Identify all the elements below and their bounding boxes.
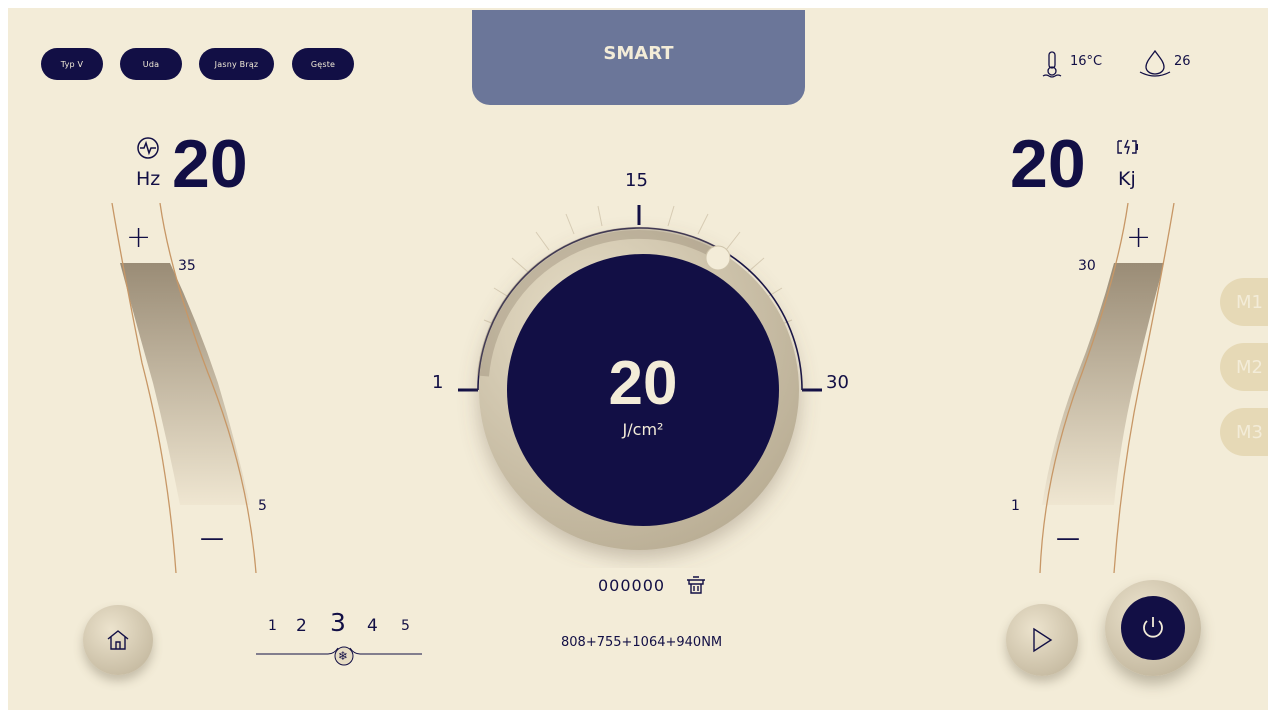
water-value: 26 [1174, 54, 1191, 69]
frequency-min-label: 5 [258, 498, 267, 514]
dial-max-label: 30 [826, 372, 849, 393]
trash-icon[interactable] [684, 574, 708, 600]
frequency-increase-button[interactable]: + [126, 220, 151, 255]
energy-unit: Kj [1118, 168, 1136, 190]
wavelength-label: 808+755+1064+940NM [561, 635, 723, 650]
frequency-slider-fill [120, 263, 250, 505]
memory-m2-tab[interactable]: M2 [1220, 343, 1268, 391]
frequency-value: 20 [172, 126, 248, 202]
tag-skin-type[interactable]: Typ V [41, 48, 103, 80]
play-icon [1033, 627, 1053, 653]
frequency-unit: Hz [136, 168, 161, 190]
home-button[interactable] [83, 605, 153, 675]
cooling-level-4[interactable]: 4 [367, 616, 378, 636]
play-button[interactable] [1006, 604, 1078, 676]
snowflake-icon: ❄ [338, 649, 349, 663]
energy-increase-button[interactable]: + [1126, 220, 1151, 255]
cooling-level-1[interactable]: 1 [268, 618, 277, 634]
tag-hair-density[interactable]: Gęste [292, 48, 354, 80]
cooling-level-2[interactable]: 2 [296, 616, 307, 636]
fluence-unit: J/cm² [622, 420, 664, 439]
power-button[interactable] [1105, 580, 1201, 676]
control-screen: Typ V Uda Jasny Brąz Gęste SMART 16°C 26… [8, 8, 1268, 710]
tag-body-area[interactable]: Uda [120, 48, 182, 80]
tag-hair-color[interactable]: Jasny Brąz [199, 48, 274, 80]
water-drop-icon [1138, 48, 1172, 82]
energy-value: 20 [1010, 126, 1086, 202]
waveform-icon [136, 136, 160, 164]
mode-panel[interactable]: SMART [472, 10, 805, 105]
mode-label: SMART [603, 43, 674, 64]
frequency-max-label: 35 [178, 258, 196, 274]
energy-slider[interactable] [1018, 203, 1188, 573]
dial-min-label: 1 [432, 372, 444, 393]
dial-knob[interactable] [705, 245, 731, 271]
home-icon [107, 630, 129, 650]
frequency-decrease-button[interactable]: — [200, 524, 224, 552]
cooling-level-3[interactable]: 3 [330, 608, 346, 637]
memory-m3-tab[interactable]: M3 [1220, 408, 1268, 456]
energy-slider-fill [1042, 263, 1164, 505]
energy-max-label: 30 [1078, 258, 1096, 274]
memory-m1-tab[interactable]: M1 [1220, 278, 1268, 326]
power-icon [1143, 617, 1163, 638]
cooling-level-5[interactable]: 5 [401, 618, 410, 634]
temperature-value: 16°C [1070, 54, 1103, 69]
fluence-value: 20 [608, 349, 678, 418]
thermometer-icon [1040, 50, 1064, 82]
energy-min-label: 1 [1011, 498, 1020, 514]
shot-counter: 000000 [598, 576, 666, 595]
dial-mid-label: 15 [625, 170, 648, 191]
energy-decrease-button[interactable]: — [1056, 524, 1080, 552]
battery-charge-icon [1116, 138, 1142, 160]
